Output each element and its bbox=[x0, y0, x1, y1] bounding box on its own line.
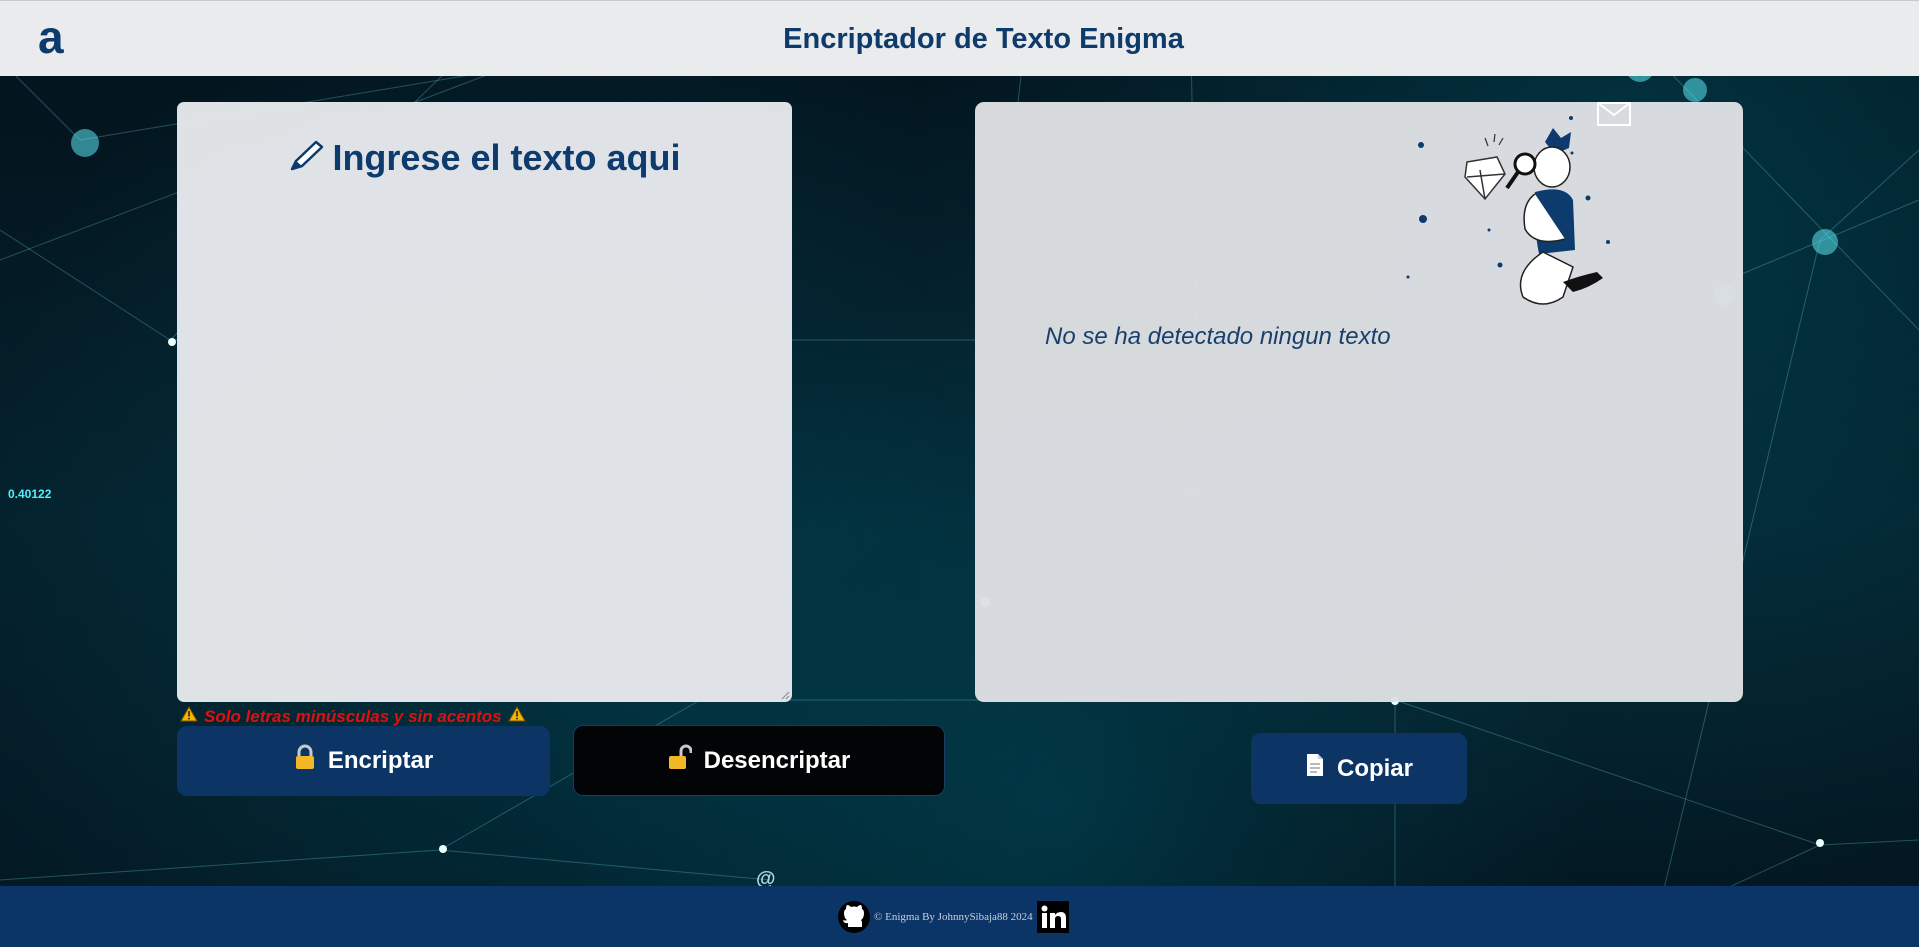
searching-person-illustration bbox=[1406, 116, 1610, 305]
footer: © Enigma By JohnnySibaja88 2024 bbox=[0, 886, 1919, 947]
encrypt-button[interactable]: Encriptar bbox=[177, 726, 550, 796]
empty-output-message: No se ha detectado ningun texto bbox=[1045, 323, 1391, 350]
footer-copyright: © Enigma By JohnnySibaja88 2024 bbox=[874, 911, 1033, 923]
warning-icon bbox=[507, 705, 526, 727]
lock-icon bbox=[294, 744, 316, 778]
text-input[interactable] bbox=[197, 212, 772, 682]
decrypt-button[interactable]: Desencriptar bbox=[573, 725, 945, 796]
decrypt-label: Desencriptar bbox=[703, 746, 851, 774]
warning-text: Solo letras minúsculas y sin acentos bbox=[204, 706, 502, 726]
input-warning: Solo letras minúsculas y sin acentos bbox=[180, 705, 526, 727]
unlock-icon bbox=[668, 744, 693, 778]
encrypt-label: Encriptar bbox=[327, 747, 434, 774]
linkedin-icon[interactable] bbox=[1035, 899, 1071, 935]
input-heading: Ingrese el texto aqui bbox=[177, 136, 792, 183]
footer-content: © Enigma By JohnnySibaja88 2024 bbox=[836, 898, 1071, 936]
document-icon bbox=[1305, 753, 1325, 785]
copy-label: Copiar bbox=[1336, 754, 1413, 782]
pencil-icon bbox=[288, 139, 326, 183]
warning-icon bbox=[180, 705, 198, 727]
copy-button[interactable]: Copiar bbox=[1251, 733, 1467, 804]
input-heading-text: Ingrese el texto aqui bbox=[332, 137, 681, 178]
input-panel: Ingrese el texto aqui bbox=[177, 102, 792, 702]
page-title: Encriptador de Texto Enigma bbox=[783, 23, 1184, 55]
envelope-icon bbox=[1597, 102, 1631, 126]
github-icon[interactable] bbox=[836, 899, 872, 935]
resize-handle[interactable] bbox=[780, 690, 790, 700]
app-header: a Encriptador de Texto Enigma bbox=[0, 0, 1919, 76]
floating-number: 0.40122 bbox=[8, 487, 52, 501]
output-panel: No se ha detectado ningun texto bbox=[975, 102, 1743, 702]
